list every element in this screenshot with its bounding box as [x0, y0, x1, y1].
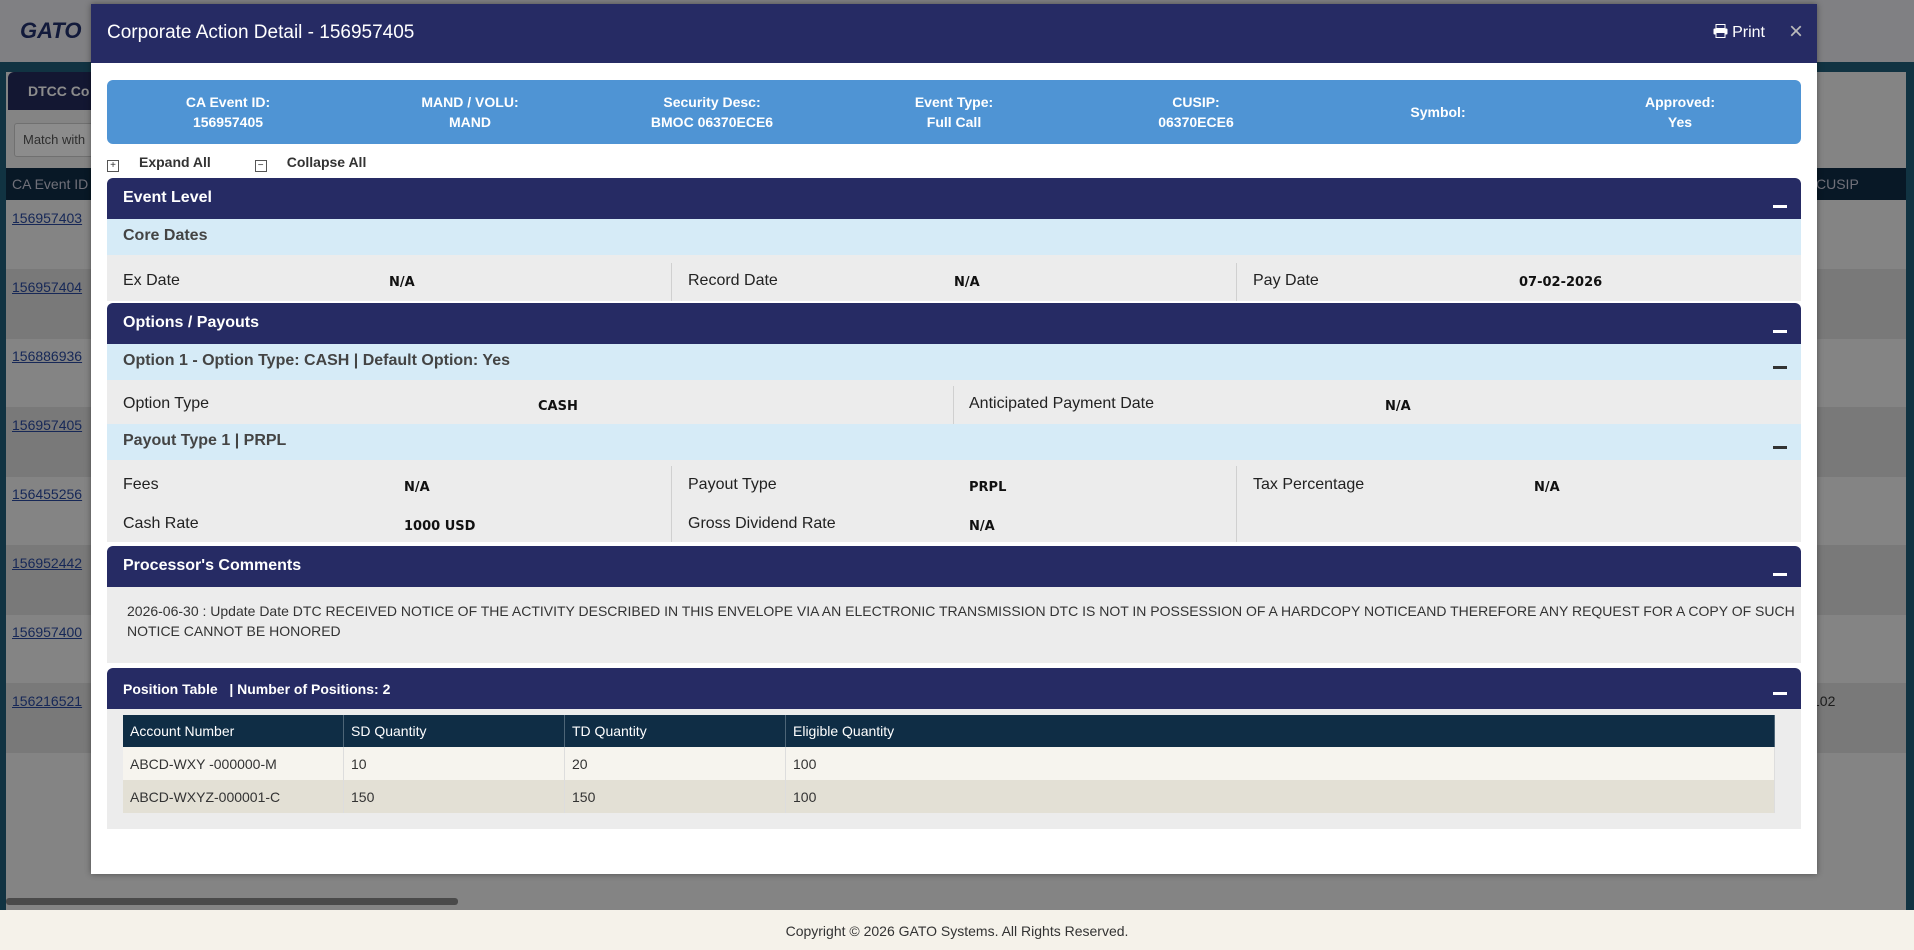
- collapse-icon[interactable]: [1773, 366, 1787, 369]
- fees-label: Fees: [123, 476, 159, 493]
- close-icon[interactable]: ×: [1789, 20, 1803, 44]
- option-type-value: CASH: [538, 399, 578, 414]
- position-table: Account Number SD Quantity TD Quantity E…: [123, 715, 1775, 813]
- cash-rate-value: 1000 USD: [404, 519, 476, 534]
- gross-dividend-value: N/A: [969, 519, 995, 534]
- modal-title: Corporate Action Detail - 156957405: [107, 22, 415, 43]
- event-level-header[interactable]: Event Level: [107, 178, 1801, 219]
- print-button[interactable]: Print: [1713, 24, 1765, 42]
- option-type-label: Option Type: [123, 395, 209, 412]
- modal-header: Corporate Action Detail - 156957405 Prin…: [91, 4, 1817, 63]
- corporate-action-modal: Corporate Action Detail - 156957405 Prin…: [91, 4, 1817, 874]
- summary-security-desc: Security Desc: BMOC 06370ECE6: [650, 94, 774, 130]
- pay-date-label: Pay Date: [1253, 272, 1319, 289]
- fees-value: N/A: [404, 480, 430, 495]
- gross-dividend-label: Gross Dividend Rate: [688, 515, 836, 532]
- footer: Copyright © 2026 GATO Systems. All Right…: [785, 923, 1129, 939]
- core-dates-header: Core Dates: [107, 219, 1801, 255]
- collapse-icon[interactable]: [1773, 692, 1787, 695]
- col-account-number[interactable]: Account Number: [123, 715, 344, 747]
- pay-date-value: 07-02-2026: [1519, 275, 1603, 290]
- option-type-row: Option Type CASH Anticipated Payment Dat…: [107, 380, 1801, 426]
- summary-symbol: Symbol:: [1410, 104, 1466, 120]
- record-date-label: Record Date: [688, 272, 778, 289]
- table-row: ABCD-WXYZ-000001-C 150 150 100: [123, 780, 1775, 813]
- processor-comment-text: 2026-06-30 : Update Date DTC RECEIVED NO…: [127, 603, 1795, 639]
- summary-ca-event-id: CA Event ID: 156957405: [185, 94, 271, 130]
- payout-type-value: PRPL: [969, 480, 1007, 495]
- collapse-icon[interactable]: [1773, 573, 1787, 576]
- summary-event-type: Event Type: Full Call: [914, 94, 994, 130]
- plus-square-icon: +: [107, 160, 119, 172]
- print-label: Print: [1732, 24, 1765, 41]
- anticipated-payment-value: N/A: [1385, 399, 1411, 414]
- payout-details: Fees N/A Cash Rate 1000 USD Payout Type …: [107, 460, 1801, 542]
- record-date-value: N/A: [954, 275, 980, 290]
- payout-type-label: Payout Type: [688, 476, 777, 493]
- expand-collapse-controls: + Expand All − Collapse All: [107, 154, 406, 172]
- tax-percentage-value: N/A: [1534, 480, 1560, 495]
- col-sd-quantity[interactable]: SD Quantity: [343, 715, 565, 747]
- collapse-icon[interactable]: [1773, 205, 1787, 208]
- collapse-all-button[interactable]: − Collapse All: [254, 154, 387, 172]
- event-summary-bar: CA Event ID: 156957405 MAND / VOLU: MAND S…: [107, 80, 1801, 144]
- minus-square-icon: −: [254, 160, 267, 172]
- position-table-title: Position Table: [123, 681, 218, 697]
- payout-type-header[interactable]: Payout Type 1 | PRPL: [107, 424, 1801, 460]
- summary-approved: Approved: Yes: [1645, 94, 1715, 130]
- position-table-body: Account Number SD Quantity TD Quantity E…: [107, 709, 1801, 829]
- cash-rate-label: Cash Rate: [123, 515, 199, 532]
- table-row: ABCD-WXY -000000-M 10 20 100: [123, 747, 1775, 780]
- position-table-header[interactable]: Position Table | Number of Positions: 2: [107, 668, 1801, 709]
- collapse-icon[interactable]: [1773, 330, 1787, 333]
- col-td-quantity[interactable]: TD Quantity: [564, 715, 786, 747]
- tax-percentage-label: Tax Percentage: [1253, 476, 1365, 493]
- processor-comments-body: 2026-06-30 : Update Date DTC RECEIVED NO…: [107, 587, 1801, 663]
- options-payouts-header[interactable]: Options / Payouts: [107, 303, 1801, 344]
- expand-all-button[interactable]: + Expand All: [107, 154, 231, 172]
- summary-cusip: CUSIP: 06370ECE6: [1158, 94, 1234, 130]
- anticipated-payment-label: Anticipated Payment Date: [969, 395, 1154, 412]
- collapse-icon[interactable]: [1773, 446, 1787, 449]
- summary-mand-volu: MAND / VOLU: MAND: [421, 94, 519, 130]
- option-1-header[interactable]: Option 1 - Option Type: CASH | Default O…: [107, 344, 1801, 380]
- col-eligible-quantity[interactable]: Eligible Quantity: [785, 715, 1775, 747]
- core-dates-row: Ex Date N/A Record Date N/A Pay Date 07-…: [107, 255, 1801, 301]
- position-count: | Number of Positions: 2: [229, 681, 391, 697]
- ex-date-label: Ex Date: [123, 272, 180, 289]
- printer-icon: [1713, 24, 1728, 38]
- ex-date-value: N/A: [389, 275, 415, 290]
- processor-comments-header[interactable]: Processor's Comments: [107, 546, 1801, 587]
